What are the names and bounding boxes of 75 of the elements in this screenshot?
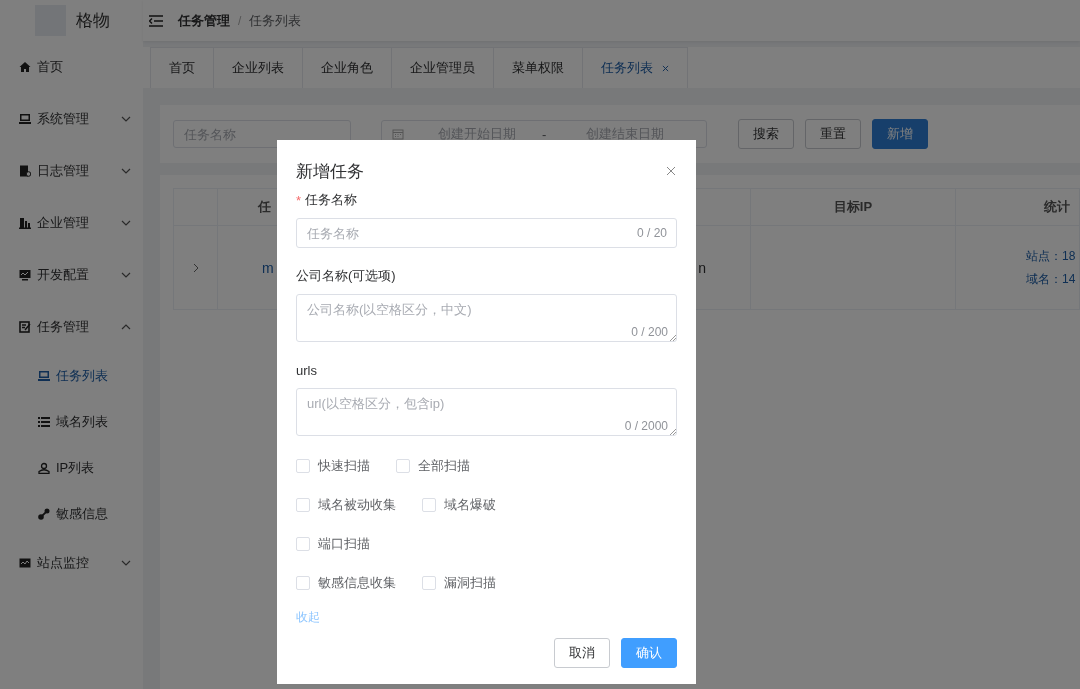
menu-icon[interactable]: [149, 14, 163, 27]
log-icon: [19, 165, 31, 177]
expand-icon[interactable]: [192, 262, 199, 273]
character-counter: 0 / 200: [631, 325, 668, 339]
page-tab[interactable]: 首页: [150, 47, 214, 88]
sidebar-item[interactable]: IP列表: [0, 445, 143, 491]
field-label: 任务名称: [305, 191, 358, 209]
building-icon: [19, 217, 31, 229]
checkbox[interactable]: [296, 576, 310, 590]
checkbox-label: 敏感信息收集: [318, 574, 396, 592]
field-label: urls: [296, 362, 317, 378]
sidebar-item[interactable]: 域名列表: [0, 399, 143, 445]
sidebar-item[interactable]: 敏感信息: [0, 491, 143, 537]
table-cell: n: [698, 259, 706, 276]
table-cell: 域名：14: [1026, 270, 1076, 288]
list-icon: [38, 416, 50, 428]
edit-icon: [19, 321, 31, 333]
column-header: 统计: [1044, 198, 1070, 216]
chevron-icon: [121, 272, 131, 278]
breadcrumb-item: 任务列表: [249, 11, 302, 30]
screen-icon: [19, 269, 31, 281]
character-counter: 0 / 20: [636, 226, 667, 240]
checkbox[interactable]: [422, 498, 436, 512]
column-header: 任: [258, 198, 271, 216]
link-icon: [38, 508, 50, 520]
toolbar-button[interactable]: 新增: [872, 119, 928, 149]
chevron-icon: [121, 324, 131, 330]
breadcrumb-item[interactable]: 任务管理: [178, 11, 230, 30]
resize-handle-icon[interactable]: [670, 429, 676, 435]
checkbox-label: 端口扫描: [318, 535, 370, 553]
breadcrumb-separator: /: [238, 13, 242, 28]
table-cell: m: [262, 259, 274, 276]
sidebar-item[interactable]: 系统管理: [0, 93, 143, 145]
field-label: 公司名称(可选项): [296, 267, 396, 285]
home-icon: [19, 61, 31, 73]
sidebar-item[interactable]: 日志管理: [0, 145, 143, 197]
checkbox[interactable]: [422, 576, 436, 590]
sidebar-item[interactable]: 任务管理: [0, 301, 143, 353]
calendar-icon: [392, 128, 404, 140]
checkbox[interactable]: [296, 459, 310, 473]
checkbox-label: 域名被动收集: [318, 496, 396, 514]
sidebar-item[interactable]: 站点监控: [0, 537, 143, 589]
monitor-icon: [19, 113, 31, 125]
checkbox-label: 域名爆破: [444, 496, 496, 514]
close-icon[interactable]: [662, 64, 669, 72]
dialog-button[interactable]: 取消: [554, 638, 610, 668]
checkbox[interactable]: [296, 498, 310, 512]
toolbar-button[interactable]: 搜索: [738, 119, 794, 149]
required-mark: *: [296, 192, 302, 208]
monitor-icon: [38, 370, 50, 382]
checkbox[interactable]: [296, 537, 310, 551]
checkbox-label: 快速扫描: [318, 457, 370, 475]
user-icon: [38, 462, 50, 474]
dialog-button[interactable]: 确认: [621, 638, 677, 668]
app-name: 格物: [76, 10, 110, 32]
chevron-icon: [121, 168, 131, 174]
sidebar-item[interactable]: 任务列表: [0, 353, 143, 399]
checkbox-label: 漏洞扫描: [444, 574, 496, 592]
dialog-title: 新增任务: [296, 160, 364, 183]
page-tab[interactable]: 任务列表: [582, 47, 688, 88]
chevron-icon: [121, 116, 131, 122]
close-icon[interactable]: [666, 166, 676, 176]
chart-icon: [19, 557, 31, 569]
toolbar-button[interactable]: 重置: [805, 119, 861, 149]
sidebar-item[interactable]: 首页: [0, 41, 143, 93]
chevron-icon: [121, 220, 131, 226]
table-cell: 站点：18: [1026, 247, 1076, 265]
checkbox[interactable]: [396, 459, 410, 473]
checkbox-label: 全部扫描: [418, 457, 470, 475]
sidebar-item[interactable]: 企业管理: [0, 197, 143, 249]
character-counter: 0 / 2000: [624, 419, 668, 433]
column-header: 目标IP: [833, 198, 873, 216]
chevron-icon: [121, 560, 131, 566]
resize-handle-icon[interactable]: [670, 335, 676, 341]
sidebar-item[interactable]: 开发配置: [0, 249, 143, 301]
